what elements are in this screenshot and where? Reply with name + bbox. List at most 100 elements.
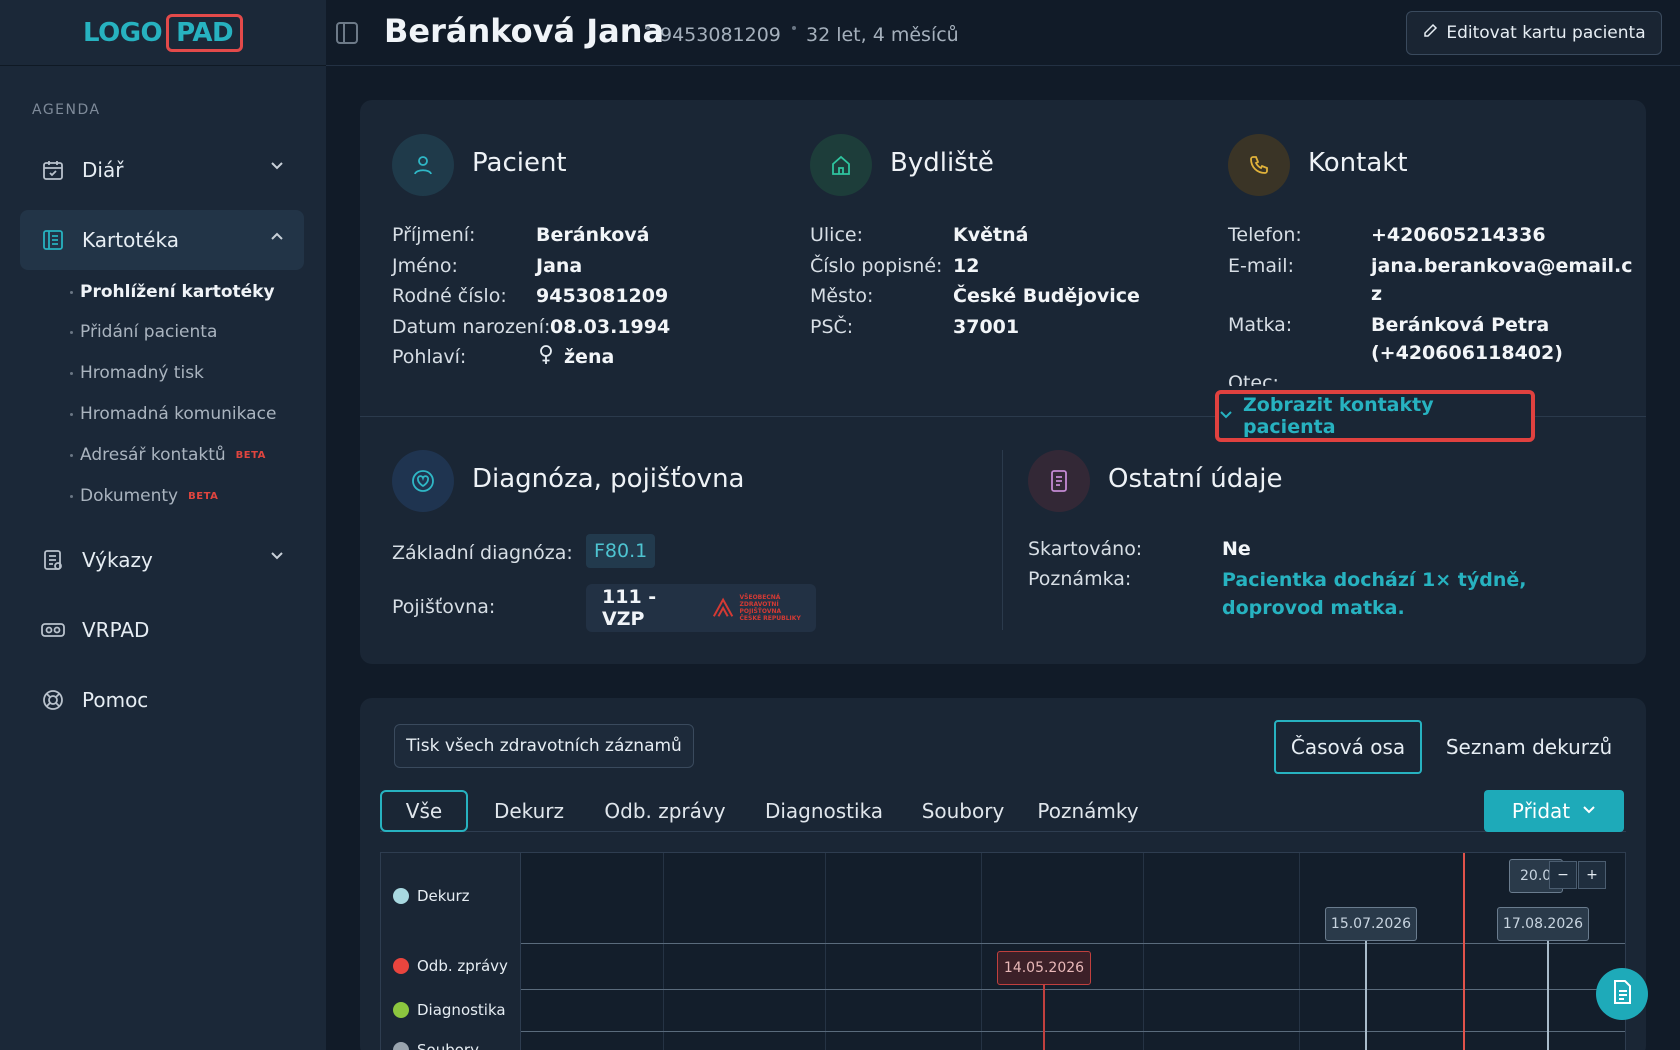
grid-line: [663, 853, 664, 1050]
value-email-wrap: z: [1371, 283, 1383, 305]
row-label-reports: Odb. zprávy: [393, 957, 508, 975]
label-zip: PSČ:: [810, 316, 854, 338]
section-title-patient: Pacient: [472, 148, 567, 178]
subitem-pridani-pacienta[interactable]: Přidání pacienta: [69, 322, 218, 342]
legend-dot: [393, 888, 409, 904]
subitem-label: Prohlížení kartotéky: [80, 282, 275, 302]
report-icon: [40, 547, 66, 573]
show-contacts-button[interactable]: Zobrazit kontakty pacienta: [1215, 390, 1535, 442]
subitem-hromadny-tisk[interactable]: Hromadný tisk: [70, 363, 204, 383]
event-date-dekurz-1[interactable]: 15.07.2026: [1325, 907, 1417, 941]
sidebar-item-diar[interactable]: Diář: [20, 140, 304, 200]
chevron-down-icon: [270, 160, 284, 175]
view-list-button[interactable]: Seznam dekurzů: [1434, 720, 1624, 774]
row-label-text: Odb. zprávy: [417, 957, 508, 975]
label-city: Město:: [810, 285, 874, 307]
subitem-label: Hromadná komunikace: [80, 404, 277, 424]
tab-diagnostics[interactable]: Diagnostika: [746, 790, 902, 832]
value-note: Pacientka dochází 1× týdně, doprovod mat…: [1222, 569, 1527, 619]
subitem-dokumenty[interactable]: Dokumenty BETA: [69, 486, 218, 506]
sidebar-collapse-icon[interactable]: [336, 22, 358, 44]
value-surname: Beránková: [536, 224, 650, 246]
insurer-badge: 111 - VZP VŠEOBECNÁ ZDRAVOTNÍ POJIŠŤOVNA Č…: [586, 584, 816, 632]
value-city: České Budějovice: [953, 285, 1140, 307]
value-firstname: Jana: [536, 255, 583, 277]
insurer-value: 111 - VZP: [602, 586, 657, 630]
value-email: jana.berankova@email.c: [1371, 255, 1633, 277]
calendar-icon: [40, 157, 66, 183]
logo[interactable]: LOGO PAD: [82, 13, 244, 52]
row-label-text: Soubory: [417, 1041, 479, 1050]
heart-icon: [392, 450, 454, 512]
label-firstname: Jméno:: [392, 255, 458, 277]
section-title-residence: Bydliště: [890, 148, 994, 178]
show-contacts-label: Zobrazit kontakty pacienta: [1243, 394, 1434, 438]
tab-all[interactable]: Vše: [380, 790, 468, 832]
value-zip: 37001: [953, 316, 1020, 338]
female-icon: [538, 344, 554, 370]
sidebar-item-vrpad[interactable]: VRPAD: [20, 600, 304, 660]
subitem-label: Přidání pacienta: [80, 322, 218, 342]
document-icon: [1028, 450, 1090, 512]
row-label-text: Diagnostika: [417, 1001, 506, 1019]
value-mother-phone: (+420606118402): [1371, 342, 1563, 364]
event-marker: [1043, 977, 1045, 1050]
tab-notes[interactable]: Poznámky: [1024, 790, 1152, 832]
legend-dot: [393, 1002, 409, 1018]
legend-dot: [393, 1042, 409, 1050]
tab-files[interactable]: Soubory: [908, 790, 1018, 832]
grid-line: [825, 853, 826, 1050]
label-house-number: Číslo popisné:: [810, 255, 943, 277]
row-line: [521, 1031, 1625, 1032]
timeline-grid[interactable]: Dekurz Odb. zprávy Diagnostika Soubory 1…: [380, 852, 1626, 1050]
page-header: Beránková Jana 9453081209 32 let, 4 měsí…: [326, 0, 1680, 66]
event-date-dekurz-2[interactable]: 17.08.2026: [1497, 907, 1589, 941]
sidebar-item-pomoc[interactable]: Pomoc: [20, 670, 304, 730]
label-shredded: Skartováno:: [1028, 538, 1143, 560]
card-file-icon: [40, 227, 66, 253]
row-label-diagnostics: Diagnostika: [393, 1001, 506, 1019]
zoom-in-button[interactable]: +: [1578, 861, 1606, 889]
header-age: 32 let, 4 měsíců: [806, 24, 959, 46]
separator-dot: [646, 26, 650, 30]
tab-specialist-reports[interactable]: Odb. zprávy: [590, 790, 740, 832]
grid-line: [981, 853, 982, 1050]
vzp-logo: VŠEOBECNÁ ZDRAVOTNÍ POJIŠŤOVNA ČESKÉ REPUB…: [712, 594, 816, 622]
add-record-button[interactable]: Přidat: [1484, 790, 1624, 832]
subitem-adresar-kontaktu[interactable]: Adresář kontaktů BETA: [70, 445, 266, 465]
event-date-report[interactable]: 14.05.2026: [997, 951, 1091, 985]
sidebar-item-kartoteka[interactable]: Kartotéka: [20, 210, 304, 270]
section-label-agenda: AGENDA: [32, 102, 101, 118]
value-mother: Beránková Petra: [1371, 314, 1550, 336]
label-insurer: Pojišťovna:: [392, 596, 496, 618]
tab-dekurz[interactable]: Dekurz: [474, 790, 584, 832]
value-sex: žena: [564, 346, 615, 368]
floating-document-button[interactable]: [1596, 968, 1648, 1020]
subitem-label: Hromadný tisk: [80, 363, 204, 383]
sidebar-item-label: Výkazy: [82, 548, 153, 572]
document-icon: [1611, 979, 1633, 1009]
sidebar-item-label: Diář: [82, 158, 124, 182]
label-sex: Pohlaví:: [392, 346, 467, 368]
row-line: [521, 989, 1625, 990]
subitem-hromadna-komunikace[interactable]: Hromadná komunikace: [69, 404, 277, 424]
diagnosis-code-badge[interactable]: F80.1: [586, 534, 656, 568]
sidebar-item-vykazy[interactable]: Výkazy: [20, 530, 304, 590]
edit-patient-button[interactable]: Editovat kartu pacienta: [1406, 11, 1662, 55]
print-all-records-button[interactable]: Tisk všech zdravotních záznamů: [394, 724, 694, 768]
sidebar: LOGO PAD AGENDA Diář Kartotéka Prohlížen…: [0, 0, 326, 1050]
subitem-prohlizeni-kartoteky[interactable]: Prohlížení kartotéky: [70, 282, 275, 302]
label-base-diagnosis: Základní diagnóza:: [392, 542, 573, 564]
home-icon: [810, 134, 872, 196]
add-record-label: Přidat: [1511, 799, 1571, 823]
chevron-down-icon: [270, 550, 284, 565]
grid-line: [1143, 853, 1144, 1050]
section-title-diagnosis: Diagnóza, pojišťovna: [472, 464, 745, 494]
label-street: Ulice:: [810, 224, 864, 246]
chevron-down-icon: [1582, 804, 1596, 819]
logo-text-logo: LOGO: [82, 17, 163, 48]
zoom-out-button[interactable]: −: [1549, 861, 1577, 889]
value-phone: +420605214336: [1371, 224, 1546, 246]
view-timeline-button[interactable]: Časová osa: [1274, 720, 1422, 774]
value-house-number: 12: [953, 255, 980, 277]
